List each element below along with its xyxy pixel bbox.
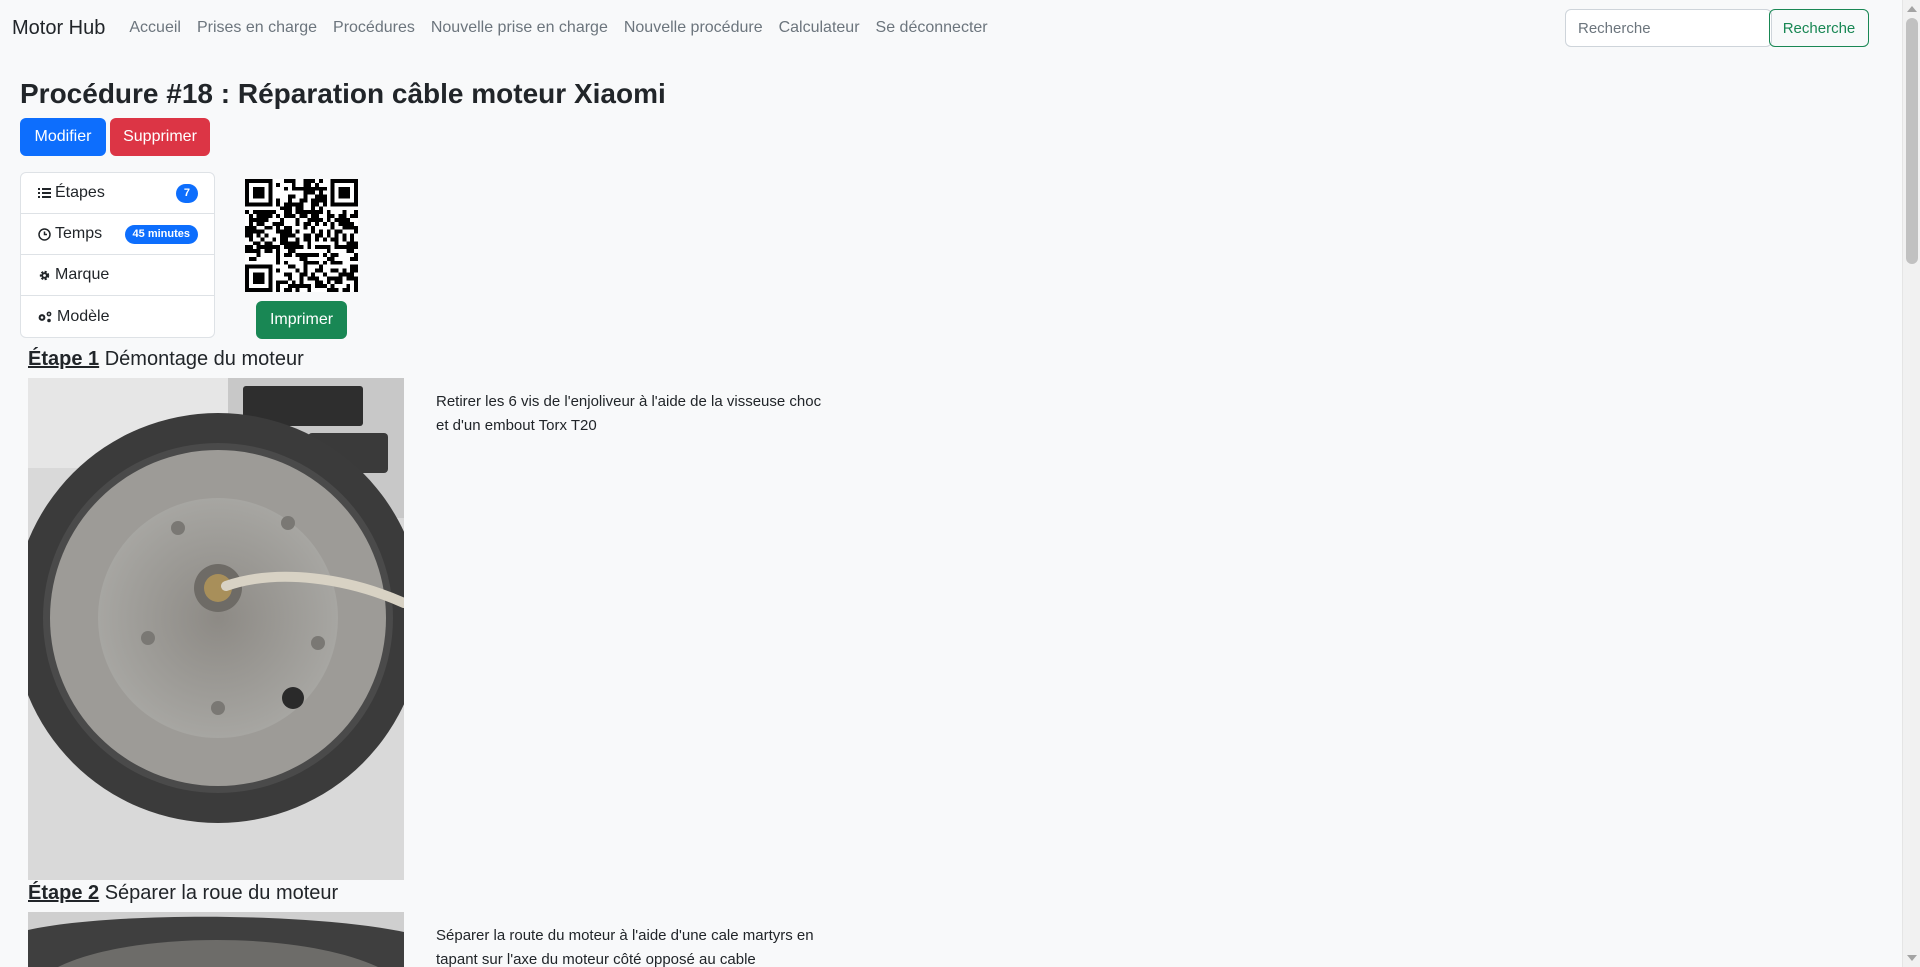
- search-input[interactable]: [1565, 9, 1772, 47]
- gears-icon: [37, 310, 53, 324]
- scroll-up-arrow-icon[interactable]: [1907, 6, 1917, 12]
- delete-button[interactable]: Supprimer: [110, 118, 210, 156]
- clock-icon: [37, 227, 51, 241]
- nav-se-deconnecter[interactable]: Se déconnecter: [876, 19, 988, 37]
- step-1-heading: Étape 1 Démontage du moteur: [28, 347, 304, 371]
- info-item-marque: Marque: [21, 255, 214, 296]
- qr-code-image: [245, 179, 358, 292]
- steps-count-badge: 7: [175, 184, 198, 203]
- procedure-info-list: Étapes 7 Temps 45 minutes Marque Modèle: [20, 172, 215, 338]
- navbar: Motor Hub Accueil Prises en charge Procé…: [0, 0, 1898, 56]
- info-item-modele: Modèle: [21, 296, 214, 337]
- list-icon: [37, 186, 51, 200]
- step-title: Démontage du moteur: [104, 348, 304, 370]
- step-2-description: Séparer la route du moteur à l'aide d'un…: [436, 927, 814, 967]
- step-number: Étape 1: [28, 348, 100, 370]
- step-title: Séparer la roue du moteur: [104, 882, 339, 904]
- edit-button[interactable]: Modifier: [20, 118, 106, 156]
- search-button[interactable]: Recherche: [1769, 9, 1869, 47]
- gear-icon: [37, 268, 51, 282]
- nav-calculateur[interactable]: Calculateur: [779, 19, 860, 37]
- nav-prises-en-charge[interactable]: Prises en charge: [197, 19, 317, 37]
- scroll-down-arrow-icon[interactable]: [1907, 955, 1917, 961]
- brand-logo[interactable]: Motor Hub: [12, 17, 105, 40]
- page-title: Procédure #18 : Réparation câble moteur …: [20, 78, 666, 109]
- info-item-temps: Temps 45 minutes: [21, 214, 214, 255]
- print-button[interactable]: Imprimer: [256, 301, 347, 339]
- info-label: Temps: [55, 225, 103, 242]
- nav-nouvelle-procedure[interactable]: Nouvelle procédure: [624, 19, 763, 37]
- duration-badge: 45 minutes: [124, 225, 198, 244]
- step-number: Étape 2: [28, 882, 100, 904]
- info-label: Étapes: [55, 184, 105, 201]
- info-item-etapes: Étapes 7: [21, 173, 214, 214]
- scrollbar-thumb[interactable]: [1906, 18, 1918, 264]
- step-1-photo: [28, 378, 404, 880]
- step-2-heading: Étape 2 Séparer la roue du moteur: [28, 881, 338, 905]
- info-label: Marque: [55, 266, 110, 283]
- step-1-description: Retirer les 6 vis de l'enjoliveur à l'ai…: [436, 393, 822, 434]
- step-2-photo: [28, 912, 404, 967]
- page-scrollbar[interactable]: [1902, 0, 1920, 967]
- nav-accueil[interactable]: Accueil: [129, 19, 181, 37]
- info-label: Modèle: [57, 307, 110, 325]
- nav-nouvelle-prise-en-charge[interactable]: Nouvelle prise en charge: [431, 19, 608, 37]
- nav-procedures[interactable]: Procédures: [333, 19, 415, 37]
